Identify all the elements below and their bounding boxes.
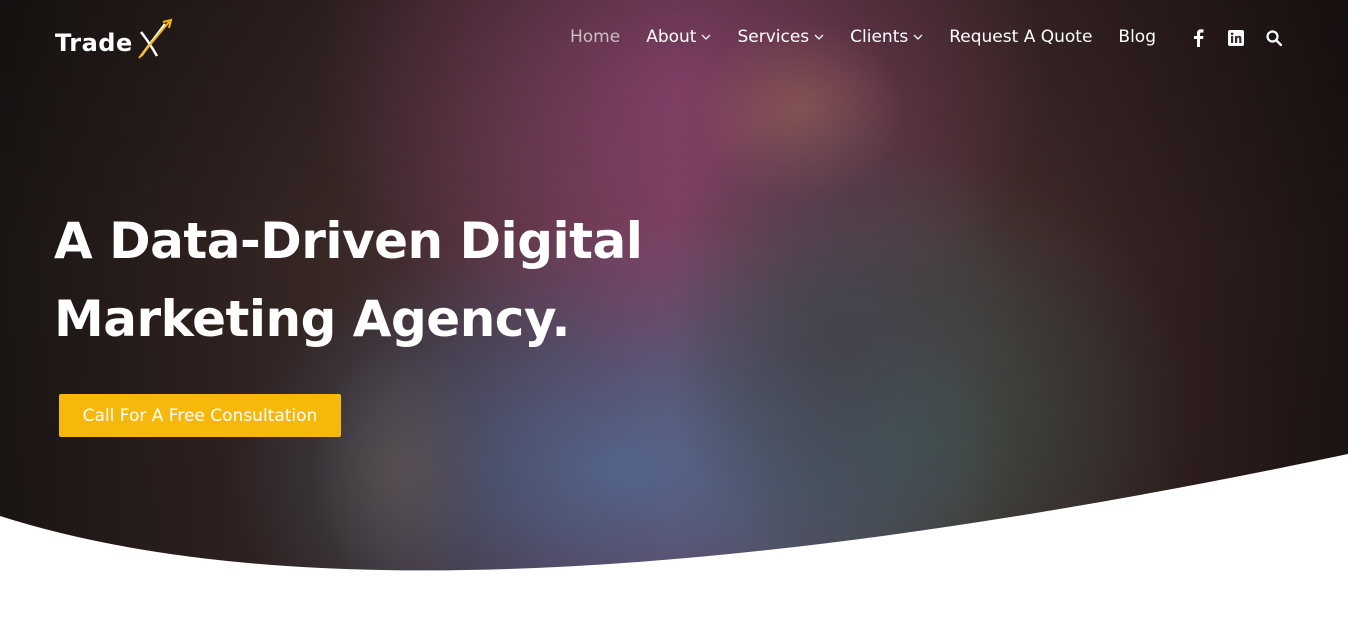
nav-item-label: Home [570,27,621,47]
nav-item-label: Blog [1118,27,1156,47]
tradex-logo[interactable]: Trade [55,18,179,67]
hero-section: Trade Home About Services Clients Reques… [0,0,1348,622]
nav-item-clients[interactable]: Clients [850,27,923,47]
linkedin-icon[interactable] [1226,28,1246,48]
nav-item-label: About [646,27,697,47]
nav-item-about[interactable]: About [646,27,711,47]
logo-x-arrow-icon [135,18,179,67]
facebook-icon[interactable] [1188,28,1208,48]
header-icons [1188,28,1284,48]
nav-item-services[interactable]: Services [737,27,824,47]
chevron-down-icon [913,32,923,42]
search-icon[interactable] [1264,28,1284,48]
nav-item-home[interactable]: Home [570,27,620,47]
hero-headline: A Data-Driven Digital Marketing Agency. [54,202,694,358]
free-consultation-button[interactable]: Call For A Free Consultation [59,394,341,437]
nav-item-label: Services [737,27,810,47]
hero-headline-line-2: Marketing Agency. [54,290,570,348]
nav-item-blog[interactable]: Blog [1118,27,1156,47]
hero-headline-line-1: A Data-Driven Digital [54,212,643,270]
nav-item-request-a-quote[interactable]: Request A Quote [949,27,1092,47]
chevron-down-icon [701,32,711,42]
main-navigation: Home About Services Clients Request A Qu… [570,27,1182,47]
logo-wordmark: Trade [55,28,133,57]
chevron-down-icon [814,32,824,42]
nav-item-label: Clients [850,27,909,47]
nav-item-label: Request A Quote [949,27,1093,47]
